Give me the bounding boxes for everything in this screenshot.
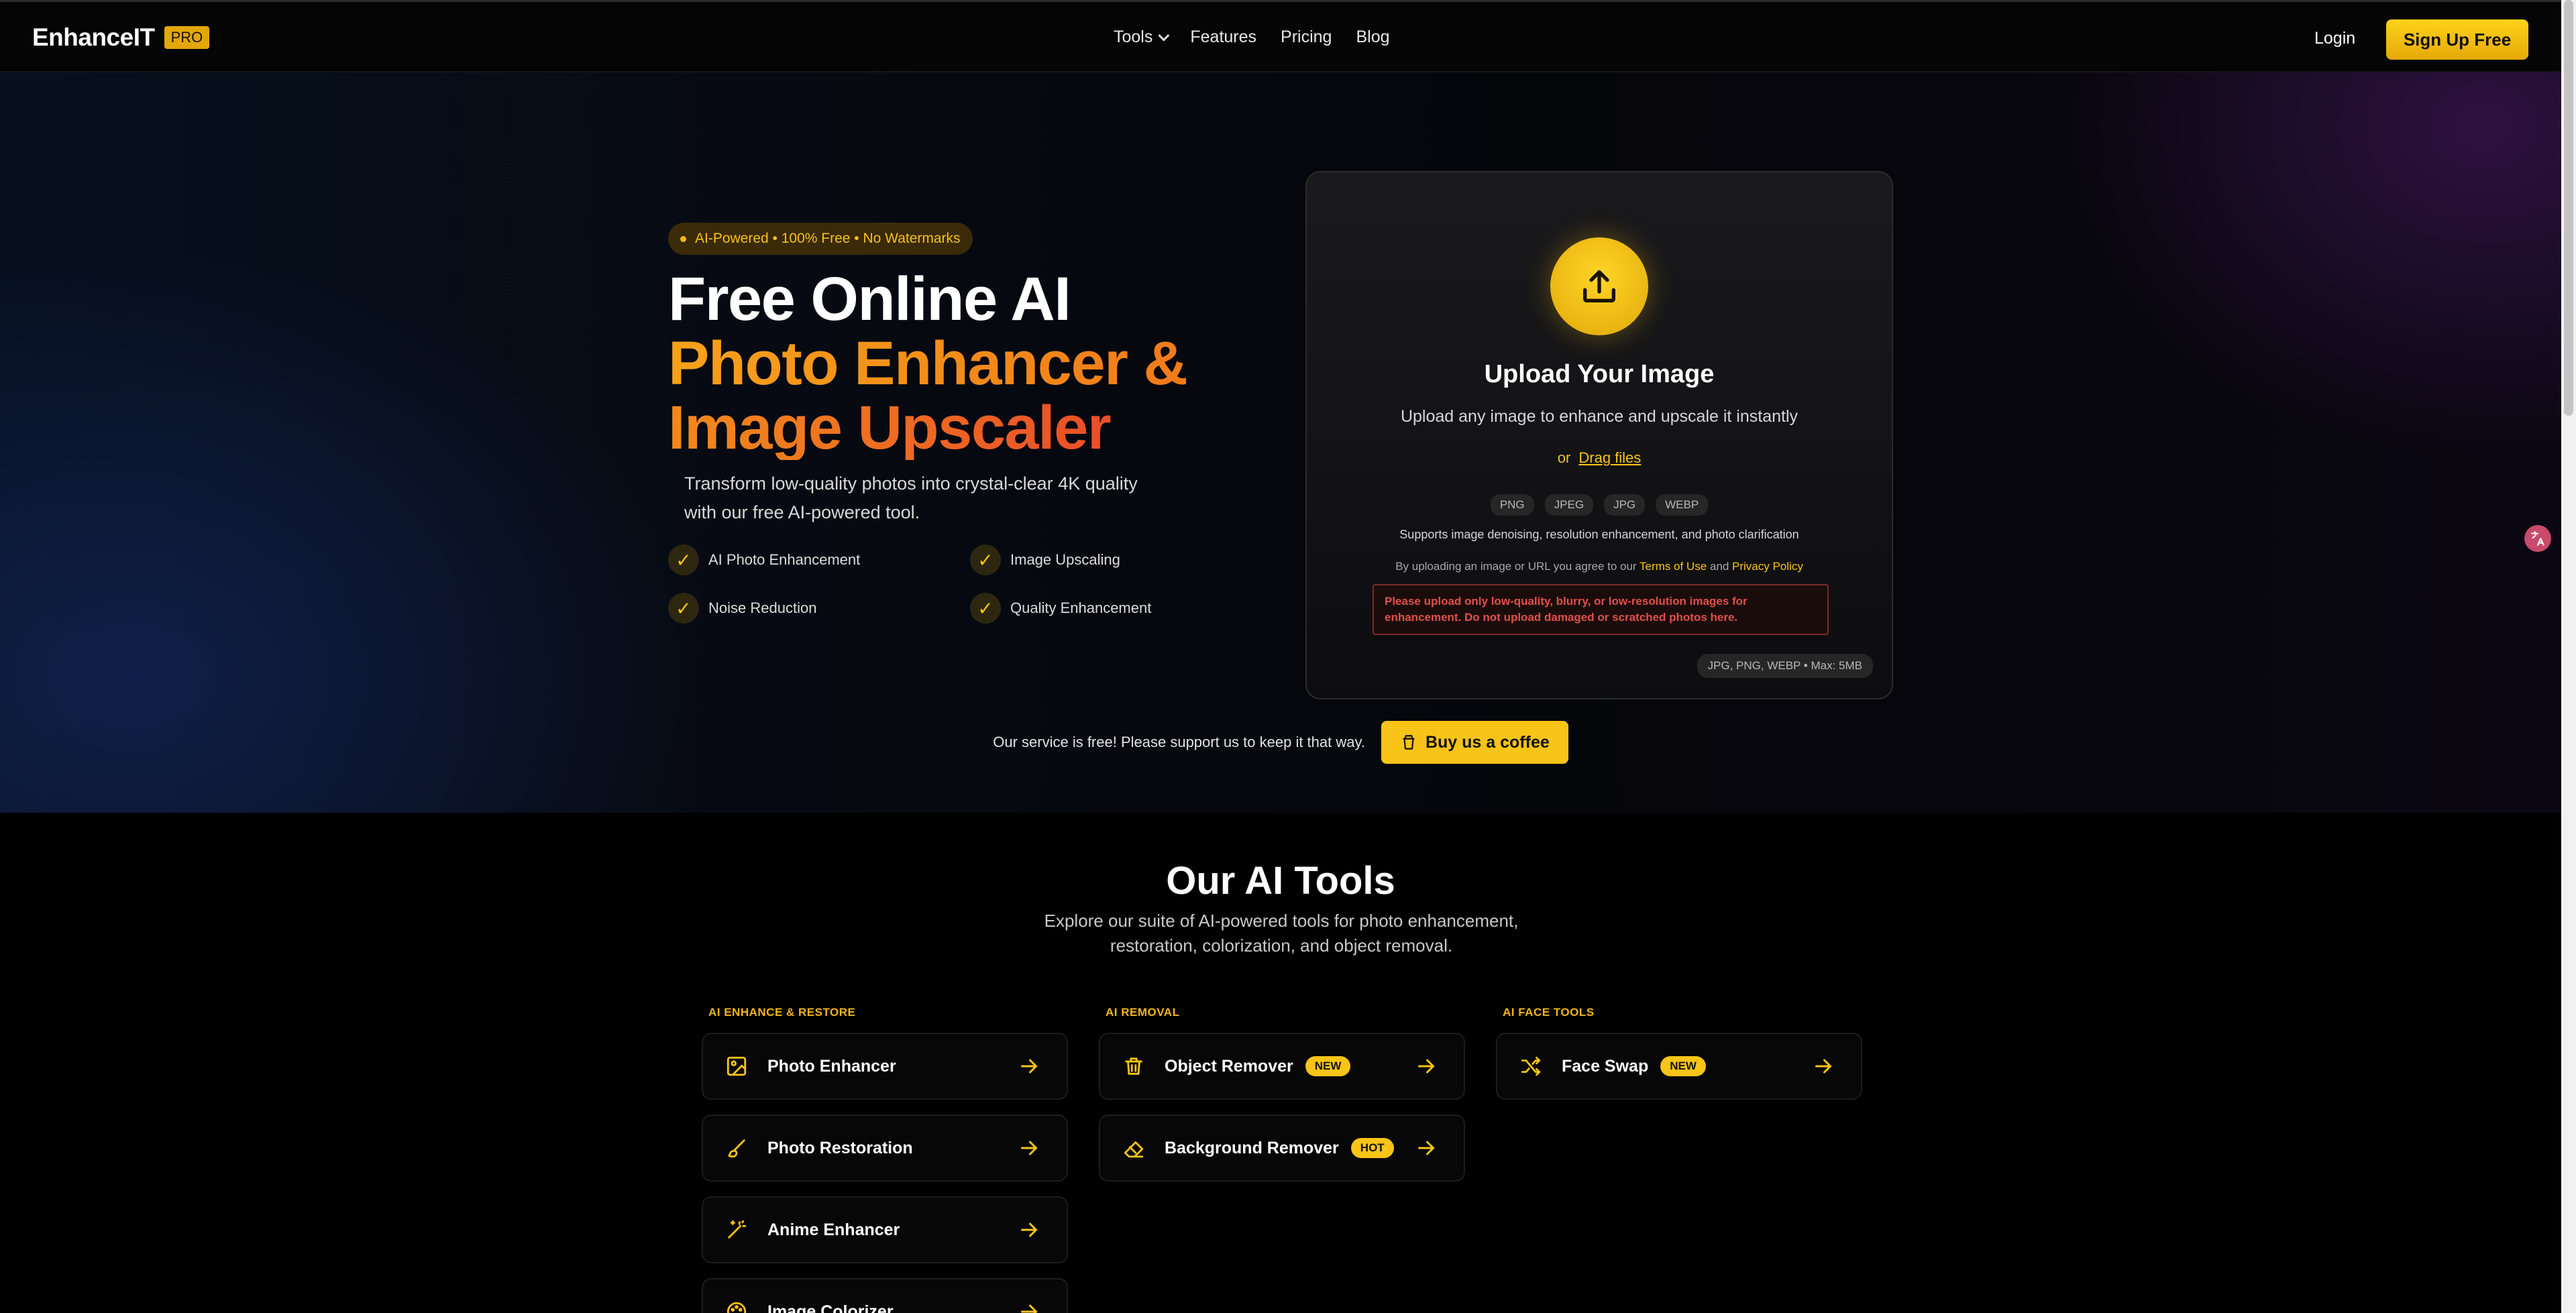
arrow-right-icon xyxy=(1811,1054,1835,1082)
feature-item: ✓ Quality Enhancement xyxy=(970,593,1151,624)
format-badge: WEBP xyxy=(1656,494,1709,516)
check-icon: ✓ xyxy=(668,545,699,575)
nav-features[interactable]: Features xyxy=(1190,27,1256,47)
support-text: Our service is free! Please support us t… xyxy=(993,734,1365,750)
new-badge: NEW xyxy=(1305,1056,1351,1076)
hot-badge: HOT xyxy=(1350,1138,1394,1158)
tool-anime-enhancer[interactable]: Anime Enhancer xyxy=(702,1196,1068,1263)
format-badge: JPG xyxy=(1604,494,1646,516)
buy-coffee-label: Buy us a coffee xyxy=(1425,732,1550,752)
tool-name: Photo Restoration xyxy=(767,1138,913,1157)
page-scrollbar[interactable] xyxy=(2561,0,2576,1313)
terms-text: By uploading an image or URL you agree t… xyxy=(1307,560,1892,573)
tool-face-swap[interactable]: Face Swap NEW xyxy=(1496,1033,1862,1100)
palette-icon xyxy=(723,1298,750,1313)
tool-name: Photo Enhancer xyxy=(767,1056,896,1076)
tool-background-remover[interactable]: Background Remover HOT xyxy=(1099,1115,1465,1182)
upload-subtitle: Upload any image to enhance and upscale … xyxy=(1400,407,1799,426)
upload-button[interactable] xyxy=(1550,237,1648,335)
arrow-right-icon xyxy=(1414,1136,1438,1163)
check-icon: ✓ xyxy=(970,593,1001,624)
trash-icon xyxy=(1120,1053,1147,1080)
terms-prefix: By uploading an image or URL you agree t… xyxy=(1395,560,1637,573)
hero-title: Free Online AI Photo Enhancer & Image Up… xyxy=(668,265,1188,460)
terms-and: and xyxy=(1709,560,1729,573)
drag-files-row: or Drag files xyxy=(1307,449,1892,467)
nav-pricing[interactable]: Pricing xyxy=(1281,27,1332,47)
upload-dropzone[interactable]: Upload Your Image Upload any image to en… xyxy=(1305,171,1893,699)
column-label-enhance: AI ENHANCE & RESTORE xyxy=(708,1006,856,1019)
column-label-removal: AI REMOVAL xyxy=(1106,1006,1180,1019)
max-size-badge: JPG, PNG, WEBP • Max: 5MB xyxy=(1697,654,1873,678)
chevron-down-icon xyxy=(1158,30,1170,42)
coffee-cup-icon xyxy=(1403,735,1415,750)
image-icon xyxy=(723,1053,750,1080)
tool-image-colorizer[interactable]: Image Colorizer xyxy=(702,1278,1068,1313)
tool-name: Face Swap xyxy=(1562,1056,1649,1076)
tools-title: Our AI Tools xyxy=(1166,859,1395,903)
hero-title-line-2: Photo Enhancer & xyxy=(668,329,1188,398)
feature-label: Image Upscaling xyxy=(1010,551,1120,568)
format-badge: JPEG xyxy=(1544,494,1594,516)
tool-name: Object Remover xyxy=(1165,1056,1293,1076)
shuffle-icon xyxy=(1517,1053,1544,1080)
magic-wand-icon xyxy=(723,1216,750,1243)
check-icon: ✓ xyxy=(970,545,1001,575)
translate-icon xyxy=(2531,531,2544,546)
tools-subtitle: Explore our suite of AI-powered tools fo… xyxy=(1044,911,1519,956)
hero-title-line-1: Free Online AI xyxy=(668,265,1071,333)
tool-photo-enhancer[interactable]: Photo Enhancer xyxy=(702,1033,1068,1100)
arrow-right-icon xyxy=(1017,1054,1041,1082)
format-badge: PNG xyxy=(1490,494,1534,516)
new-badge: NEW xyxy=(1660,1056,1706,1076)
nav-blog[interactable]: Blog xyxy=(1356,27,1389,47)
hero-subtitle: Transform low-quality photos into crysta… xyxy=(684,473,1138,522)
arrow-right-icon xyxy=(1017,1218,1041,1245)
main-nav: Tools Features Pricing Blog xyxy=(1114,27,1390,47)
signup-button[interactable]: Sign Up Free xyxy=(2386,19,2528,60)
hero-pill-badge: AI-Powered • 100% Free • No Watermarks xyxy=(668,223,973,255)
supports-text: Supports image denoising, resolution enh… xyxy=(1399,528,1799,541)
brush-icon xyxy=(723,1135,750,1161)
privacy-policy-link[interactable]: Privacy Policy xyxy=(1732,560,1803,573)
tool-object-remover[interactable]: Object Remover NEW xyxy=(1099,1033,1465,1100)
upload-title: Upload Your Image xyxy=(1484,360,1715,388)
feature-item: ✓ Image Upscaling xyxy=(970,545,1120,575)
or-label: or xyxy=(1557,449,1571,466)
eraser-icon xyxy=(1120,1135,1147,1161)
tool-name: Image Colorizer xyxy=(767,1302,894,1313)
feature-item: ✓ AI Photo Enhancement xyxy=(668,545,860,575)
nav-tools-label: Tools xyxy=(1114,27,1153,46)
hero-title-line-3: Image Upscaler xyxy=(668,396,1187,460)
translate-float-button[interactable] xyxy=(2524,525,2551,552)
tool-name: Background Remover xyxy=(1165,1138,1339,1157)
check-icon: ✓ xyxy=(668,593,699,624)
upload-warning: Please upload only low-quality, blurry, … xyxy=(1373,584,1829,635)
top-nav-bar: EnhanceIT PRO Tools Features Pricing Blo… xyxy=(0,0,2561,72)
tool-name: Anime Enhancer xyxy=(767,1220,900,1239)
scrollbar-thumb[interactable] xyxy=(2564,0,2573,416)
format-badges: PNG JPEG JPG WEBP xyxy=(1307,494,1892,516)
login-link[interactable]: Login xyxy=(2314,29,2355,48)
feature-label: AI Photo Enhancement xyxy=(708,551,861,568)
pro-badge: PRO xyxy=(164,26,210,49)
logo[interactable]: EnhanceIT PRO xyxy=(32,23,210,52)
logo-text: EnhanceIT xyxy=(32,23,155,51)
arrow-right-icon xyxy=(1017,1136,1041,1163)
feature-label: Quality Enhancement xyxy=(1010,600,1152,616)
terms-of-use-link[interactable]: Terms of Use xyxy=(1640,560,1707,573)
support-row: Our service is free! Please support us t… xyxy=(0,721,2561,764)
column-label-face: AI FACE TOOLS xyxy=(1503,1006,1595,1019)
buy-coffee-button[interactable]: Buy us a coffee xyxy=(1381,721,1568,764)
hero-section xyxy=(0,72,2561,813)
feature-item: ✓ Noise Reduction xyxy=(668,593,816,624)
arrow-right-icon xyxy=(1017,1300,1041,1313)
upload-icon xyxy=(1583,270,1615,302)
tool-photo-restoration[interactable]: Photo Restoration xyxy=(702,1115,1068,1182)
arrow-right-icon xyxy=(1414,1054,1438,1082)
drag-files-link[interactable]: Drag files xyxy=(1578,449,1641,466)
nav-tools[interactable]: Tools xyxy=(1114,27,1170,47)
feature-label: Noise Reduction xyxy=(708,600,817,616)
